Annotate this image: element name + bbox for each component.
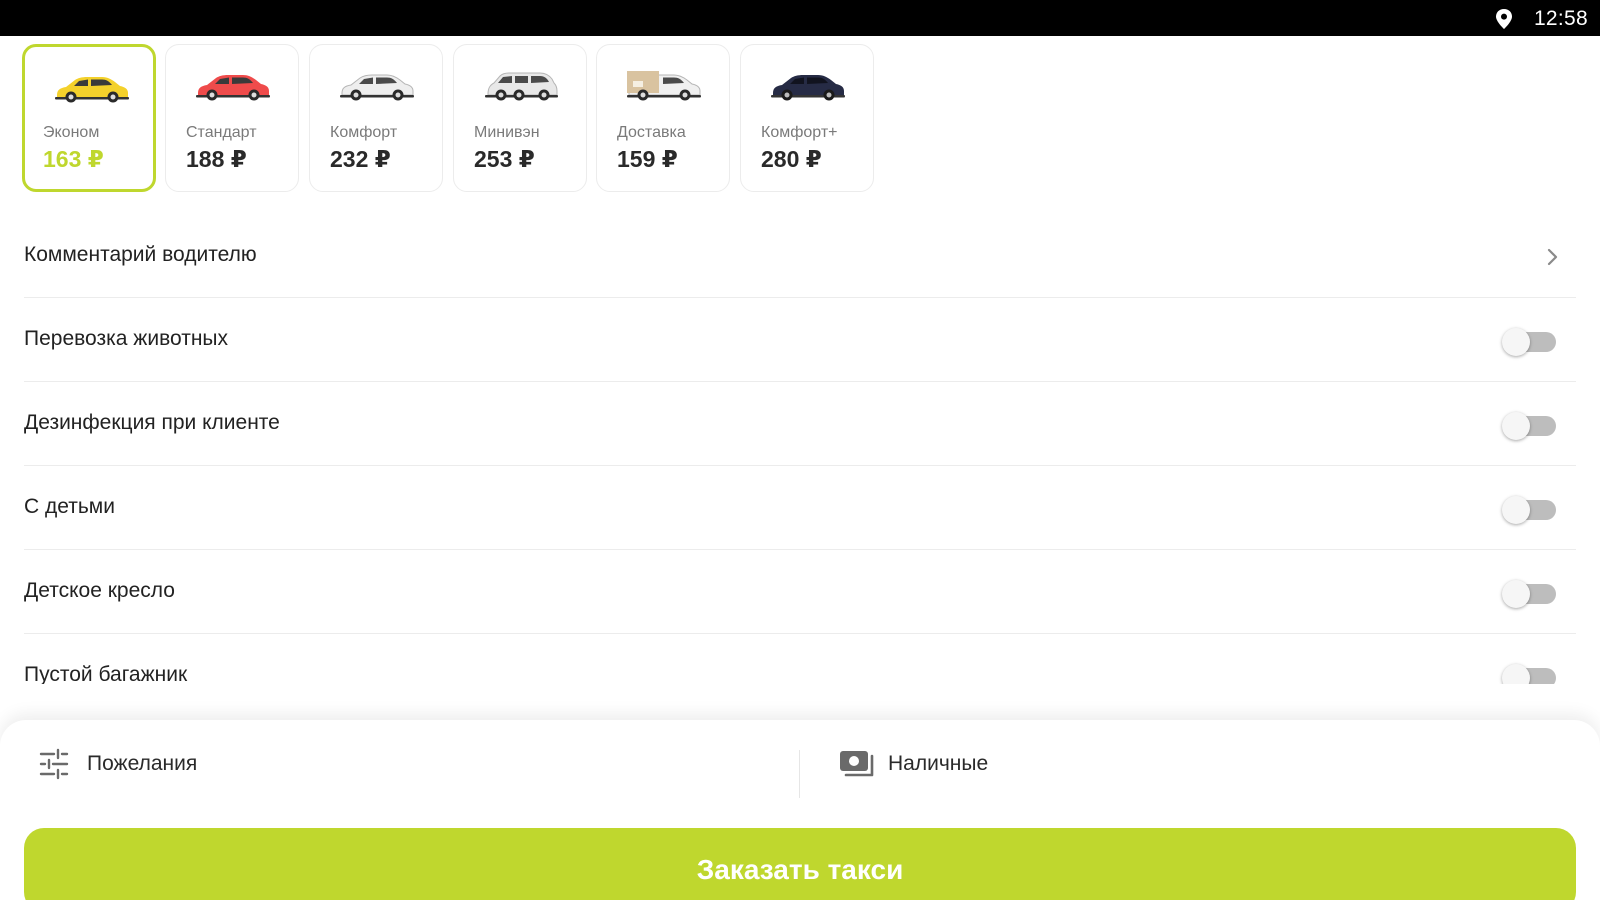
tariff-name: Эконом bbox=[43, 124, 100, 141]
option-row-pets: Перевозка животных bbox=[24, 298, 1576, 382]
status-bar: 12:58 bbox=[0, 0, 1600, 36]
toggle-thumb bbox=[1502, 328, 1530, 356]
car-white-icon bbox=[340, 74, 414, 101]
tariff-price: 159 ₽ bbox=[617, 146, 678, 172]
payment-method-button[interactable]: Наличные bbox=[838, 736, 1538, 792]
payment-method-label: Наличные bbox=[888, 752, 989, 775]
empty-trunk-toggle[interactable] bbox=[1502, 662, 1558, 684]
bottom-panel: Пожелания Наличные Заказать такси bbox=[0, 720, 1600, 900]
sliders-icon bbox=[39, 748, 69, 780]
option-row-child-seat: Детское кресло bbox=[24, 550, 1576, 634]
minivan-icon bbox=[485, 72, 558, 101]
toggle-thumb bbox=[1502, 496, 1530, 524]
option-row-disinfection: Дезинфекция при клиенте bbox=[24, 382, 1576, 466]
disinfection-toggle[interactable] bbox=[1502, 410, 1558, 440]
status-time: 12:58 bbox=[1533, 7, 1588, 30]
car-red-icon bbox=[196, 75, 270, 101]
tariff-price: 253 ₽ bbox=[474, 146, 535, 172]
toggle-thumb bbox=[1502, 580, 1530, 608]
pets-toggle[interactable] bbox=[1502, 326, 1558, 356]
wishes-button[interactable]: Пожелания bbox=[38, 736, 738, 792]
tariff-card-delivery[interactable]: Доставка 159 ₽ bbox=[596, 44, 730, 192]
option-label: Пустой багажник bbox=[24, 663, 188, 684]
tariff-name: Комфорт+ bbox=[761, 124, 838, 141]
bottom-divider bbox=[799, 750, 800, 798]
tariff-card-comfort[interactable]: Комфорт 232 ₽ bbox=[309, 44, 443, 192]
comment-to-driver-label: Комментарий водителю bbox=[24, 243, 257, 266]
tariff-price: 232 ₽ bbox=[330, 146, 391, 172]
car-dark-icon bbox=[771, 75, 845, 101]
tariff-card-minivan[interactable]: Минивэн 253 ₽ bbox=[453, 44, 587, 192]
option-row-with-children: С детьми bbox=[24, 466, 1576, 550]
tariff-name: Комфорт bbox=[330, 124, 398, 141]
tariff-name: Доставка bbox=[617, 124, 686, 141]
tariff-name: Минивэн bbox=[474, 124, 540, 141]
tariff-card-econom[interactable]: Эконом 163 ₽ bbox=[22, 44, 156, 192]
comment-to-driver-row[interactable]: Комментарий водителю bbox=[24, 214, 1576, 298]
tariff-price: 280 ₽ bbox=[761, 146, 822, 172]
tariff-price: 163 ₽ bbox=[43, 146, 104, 172]
tariff-card-comfort-plus[interactable]: Комфорт+ 280 ₽ bbox=[740, 44, 874, 192]
delivery-car-icon bbox=[627, 71, 701, 101]
option-label: Детское кресло bbox=[24, 579, 175, 602]
toggle-thumb bbox=[1502, 664, 1530, 684]
location-pin-icon bbox=[1496, 9, 1512, 29]
chevron-right-icon bbox=[1547, 248, 1558, 266]
option-label: С детьми bbox=[24, 495, 115, 518]
with-children-toggle[interactable] bbox=[1502, 494, 1558, 524]
order-taxi-button[interactable]: Заказать такси bbox=[24, 828, 1576, 900]
tariff-card-standard[interactable]: Стандарт 188 ₽ bbox=[165, 44, 299, 192]
tariff-price: 188 ₽ bbox=[186, 146, 247, 172]
order-sheet: Эконом 163 ₽ Стандарт 188 ₽ Комфорт 232 … bbox=[0, 36, 1600, 900]
option-label: Перевозка животных bbox=[24, 327, 229, 350]
options-list: Комментарий водителю Перевозка животных … bbox=[24, 214, 1576, 684]
option-row-empty-trunk: Пустой багажник bbox=[24, 634, 1576, 684]
car-yellow-icon bbox=[55, 77, 129, 103]
toggle-thumb bbox=[1502, 412, 1530, 440]
child-seat-toggle[interactable] bbox=[1502, 578, 1558, 608]
option-label: Дезинфекция при клиенте bbox=[24, 411, 280, 434]
tariff-name: Стандарт bbox=[186, 124, 257, 141]
cash-icon bbox=[840, 751, 874, 777]
wishes-label: Пожелания bbox=[87, 752, 198, 775]
